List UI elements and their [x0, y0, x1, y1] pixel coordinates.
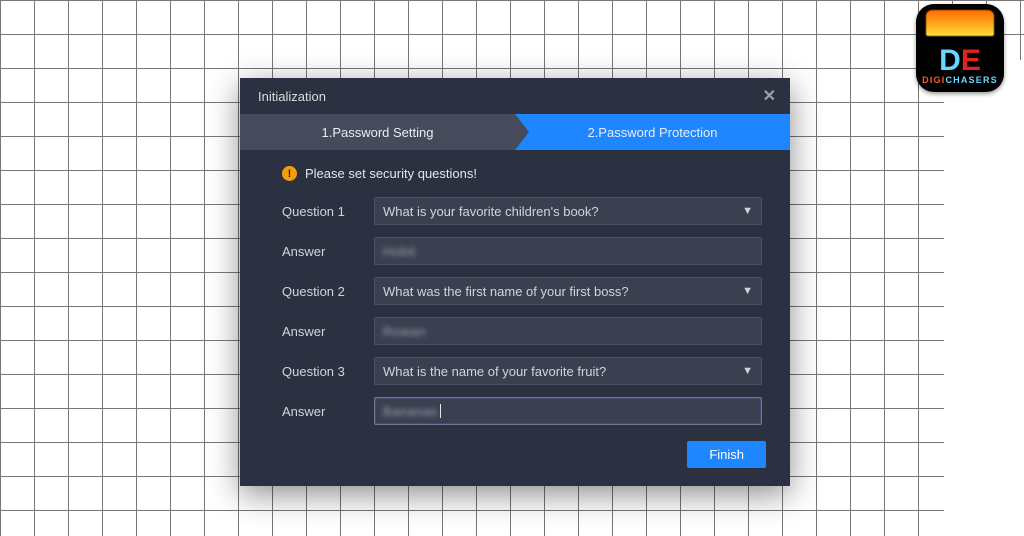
- question-1-select-text: What is your favorite children's book?: [383, 204, 599, 219]
- logo-subtext: DIGICHASERS: [922, 75, 998, 85]
- step-label: 2.Password Protection: [587, 125, 717, 140]
- alert-text: Please set security questions!: [305, 166, 477, 181]
- text-caret-icon: [440, 404, 441, 418]
- answer-3-label: Answer: [282, 404, 374, 419]
- step-password-protection[interactable]: 2.Password Protection: [515, 114, 790, 150]
- answer-3-row: Answer Bananas: [282, 391, 762, 431]
- question-3-row: Question 3 What is the name of your favo…: [282, 351, 762, 391]
- answer-1-label: Answer: [282, 244, 374, 259]
- question-2-select-text: What was the first name of your first bo…: [383, 284, 629, 299]
- answer-2-label: Answer: [282, 324, 374, 339]
- page-right-gutter: [944, 60, 1024, 536]
- brand-logo: DE DIGICHASERS: [916, 4, 1004, 92]
- question-2-label: Question 2: [282, 284, 374, 299]
- chevron-down-icon: ▼: [742, 205, 753, 217]
- answer-1-row: Answer Hobit: [282, 231, 762, 271]
- chevron-down-icon: ▼: [742, 285, 753, 297]
- chevron-down-icon: ▼: [742, 365, 753, 377]
- flame-icon: [926, 10, 994, 36]
- question-2-select[interactable]: What was the first name of your first bo…: [374, 277, 762, 305]
- logo-letters: DE: [939, 47, 981, 75]
- security-questions-alert: ! Please set security questions!: [240, 150, 790, 187]
- dialog-footer: Finish: [687, 441, 766, 468]
- question-3-select-text: What is the name of your favorite fruit?: [383, 364, 606, 379]
- answer-1-input[interactable]: Hobit: [374, 237, 762, 265]
- question-1-label: Question 1: [282, 204, 374, 219]
- answer-2-row: Answer Rowan: [282, 311, 762, 351]
- initialization-dialog: Initialization ✕ 1.Password Setting 2.Pa…: [240, 78, 790, 486]
- answer-3-input[interactable]: Bananas: [374, 397, 762, 425]
- warning-icon: !: [282, 166, 297, 181]
- security-questions-form: Question 1 What is your favorite childre…: [240, 187, 790, 431]
- question-3-select[interactable]: What is the name of your favorite fruit?…: [374, 357, 762, 385]
- dialog-titlebar: Initialization ✕: [240, 78, 790, 114]
- question-1-row: Question 1 What is your favorite childre…: [282, 191, 762, 231]
- finish-button[interactable]: Finish: [687, 441, 766, 468]
- step-password-setting[interactable]: 1.Password Setting: [240, 114, 515, 150]
- wizard-steps: 1.Password Setting 2.Password Protection: [240, 114, 790, 150]
- question-1-select[interactable]: What is your favorite children's book? ▼: [374, 197, 762, 225]
- dialog-title: Initialization: [258, 89, 326, 104]
- close-icon[interactable]: ✕: [763, 86, 776, 106]
- question-2-row: Question 2 What was the first name of yo…: [282, 271, 762, 311]
- answer-2-input[interactable]: Rowan: [374, 317, 762, 345]
- question-3-label: Question 3: [282, 364, 374, 379]
- step-label: 1.Password Setting: [321, 125, 433, 140]
